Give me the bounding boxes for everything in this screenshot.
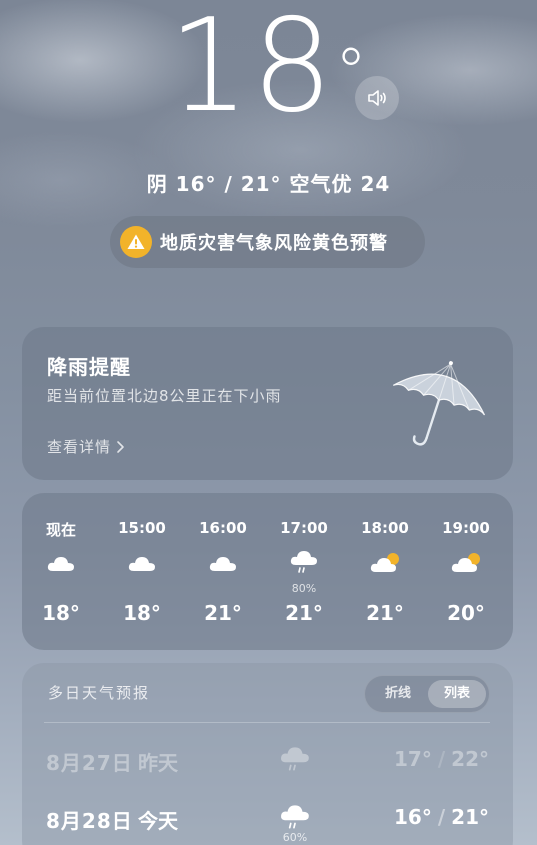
rain-icon [281,747,309,771]
rain-icon [290,551,317,573]
hour-time: 18:00 [361,519,409,537]
rain-icon [281,805,309,829]
day-precip: 60% [282,831,308,844]
hour-temp: 18° [42,601,80,625]
rain-reminder-card[interactable]: 降雨提醒 距当前位置北边8公里正在下小雨 查看详情 [22,327,513,480]
warning-icon [120,226,152,258]
hour-temp: 21° [285,601,323,625]
partly-cloudy-icon [451,553,480,572]
daily-forecast-card: 多日天气预报 折线 列表 8月27日 昨天 17°/22° 8月28日 今天 6… [22,663,513,845]
rain-reminder-title: 降雨提醒 [47,355,131,379]
day-low: 17° [394,747,432,771]
weather-alert-banner[interactable]: 地质灾害气象风险黄色预警 [110,216,425,268]
temperature-value: 18 [168,0,335,141]
daily-row[interactable]: 8月27日 昨天 17°/22° [22,747,513,797]
hour-temp: 18° [123,601,161,625]
day-temp-range: 16°/21° [394,805,489,829]
divider [44,722,490,723]
day-high: 22° [451,747,489,771]
day-label: 今天 [138,809,178,833]
current-temperature: 18° [0,2,537,132]
view-details-label: 查看详情 [47,438,112,456]
day-label: 昨天 [138,751,178,775]
hour-precip: 80% [291,582,317,595]
view-mode-toggle[interactable]: 折线 列表 [364,675,490,713]
hour-time: 17:00 [280,519,328,537]
hour-temp: 20° [447,601,485,625]
speaker-button[interactable] [355,76,399,120]
range-separator: / [437,805,446,829]
partly-cloudy-icon [370,553,399,572]
chevron-right-icon [117,440,124,453]
day-low: 16° [394,805,432,829]
view-details-link[interactable]: 查看详情 [47,436,127,457]
weather-summary: 阴 16° / 21° 空气优 24 [146,172,391,196]
hour-time: 16:00 [199,519,247,537]
day-high: 21° [451,805,489,829]
hour-time: 19:00 [442,519,490,537]
day-temp-range: 17°/22° [394,747,489,771]
day-date: 8月28日 [46,809,133,833]
cloudy-icon [209,557,236,571]
cloudy-icon [47,557,74,571]
speaker-icon [368,90,386,106]
umbrella-icon [392,361,486,446]
hourly-forecast-card[interactable]: 现在 18° 15:00 18° 16:00 21° 17:00 80% 21°… [22,493,513,650]
daily-forecast-title: 多日天气预报 [48,684,151,702]
hour-temp: 21° [204,601,242,625]
hour-time: 15:00 [118,519,166,537]
toggle-list[interactable]: 列表 [428,680,486,708]
rain-reminder-description: 距当前位置北边8公里正在下小雨 [47,387,282,405]
day-date: 8月27日 [46,751,133,775]
range-separator: / [437,747,446,771]
toggle-line-chart[interactable]: 折线 [369,680,427,708]
daily-row[interactable]: 8月28日 今天 60% 16°/21° [22,805,513,845]
hour-time: 现在 [45,521,76,539]
alert-text: 地质灾害气象风险黄色预警 [160,233,388,254]
hour-temp: 21° [366,601,404,625]
cloudy-icon [128,557,155,571]
